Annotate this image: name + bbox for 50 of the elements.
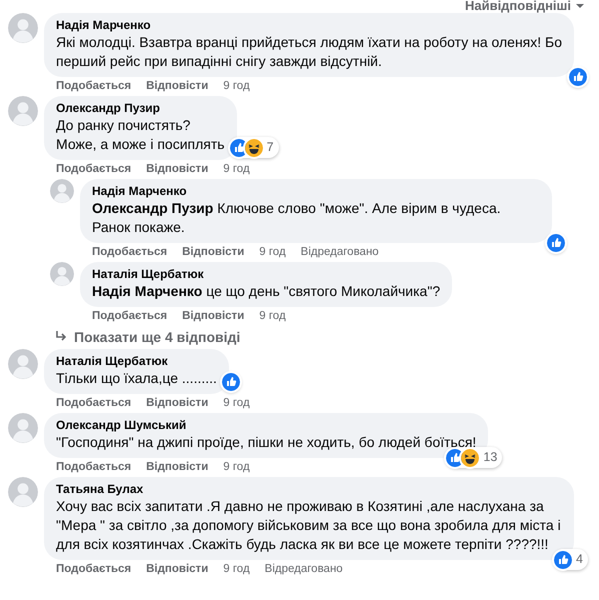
comment-text: Надія Марченко це що день "святого Миколайчика"? <box>92 282 440 301</box>
timestamp[interactable]: 9 год <box>223 396 250 410</box>
reaction-count: 13 <box>482 449 498 466</box>
edited-label: Відредаговано <box>300 245 379 259</box>
like-link[interactable]: Подобається <box>56 162 132 176</box>
reaction-count: 7 <box>266 139 275 156</box>
author-name[interactable]: Олександр Шумський <box>56 418 476 433</box>
author-name[interactable]: Наталія Щербатюк <box>56 354 217 369</box>
edited-label: Відредаговано <box>264 562 343 576</box>
author-name[interactable]: Татьяна Булах <box>56 482 562 497</box>
like-link[interactable]: Подобається <box>92 245 168 259</box>
comment-text: До ранку почистять? Може, а може і посиплять <box>56 116 225 154</box>
like-link[interactable]: Подобається <box>92 309 168 323</box>
reply-link[interactable]: Відповісти <box>146 460 208 474</box>
like-link[interactable]: Подобається <box>56 79 132 93</box>
author-name[interactable]: Олександр Пузир <box>56 101 225 116</box>
like-link[interactable]: Подобається <box>56 396 132 410</box>
avatar-icon[interactable] <box>8 477 38 507</box>
reply-link[interactable]: Відповісти <box>146 162 208 176</box>
reaction-badge[interactable]: 13 <box>445 447 502 468</box>
timestamp[interactable]: 9 год <box>259 309 286 323</box>
comment-text: Які молодці. Взавтра вранці прийдеться людям їхати на роботу на оленях! Бо перший рейс при випадінні снігу завжди відсутній. <box>56 33 562 71</box>
author-name[interactable]: Надія Марченко <box>56 18 562 33</box>
reply-link[interactable]: Відповісти <box>146 396 208 410</box>
reaction-badge[interactable]: 7 <box>228 137 279 158</box>
author-name[interactable]: Наталія Щербатюк <box>92 267 440 282</box>
timestamp[interactable]: 9 год <box>223 79 250 93</box>
author-name[interactable]: Надія Марченко <box>92 184 540 199</box>
comment-text: Олександр Пузир Ключове слово "може". Але вірим в чудеса. Ранок покаже. <box>92 199 502 237</box>
avatar-icon[interactable] <box>50 262 74 286</box>
reply-link[interactable]: Відповісти <box>182 245 244 259</box>
avatar-icon[interactable] <box>50 179 74 203</box>
comment-text: Тільки що їхала,це ......... <box>56 369 217 388</box>
like-link[interactable]: Подобається <box>56 460 132 474</box>
avatar-icon[interactable] <box>8 96 38 126</box>
sort-dropdown[interactable]: Найвідповідніші <box>464 0 585 12</box>
reaction-badge[interactable]: 4 <box>553 549 588 570</box>
avatar-icon[interactable] <box>8 413 38 443</box>
reply-link[interactable]: Відповісти <box>146 79 208 93</box>
timestamp[interactable]: 9 год <box>223 460 250 474</box>
avatar-icon[interactable] <box>8 13 38 43</box>
reaction-count: 4 <box>575 551 584 568</box>
show-more-replies-link[interactable]: Показати ще 4 відповіді <box>0 328 240 346</box>
reply-link[interactable]: Відповісти <box>182 309 244 323</box>
reply-link[interactable]: Відповісти <box>146 562 208 576</box>
timestamp[interactable]: 9 год <box>223 162 250 176</box>
like-link[interactable]: Подобається <box>56 562 132 576</box>
timestamp[interactable]: 9 год <box>259 245 286 259</box>
avatar-icon[interactable] <box>8 349 38 379</box>
timestamp[interactable]: 9 год <box>223 562 250 576</box>
